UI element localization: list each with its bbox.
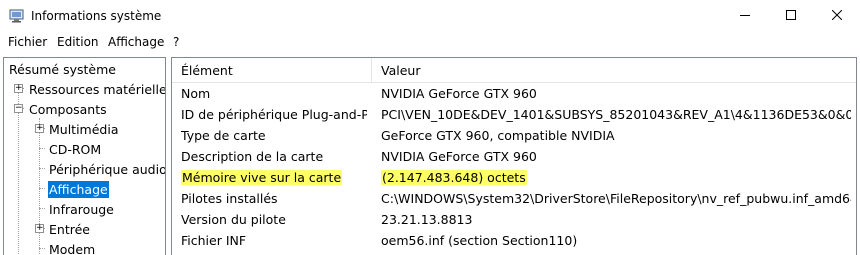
tree-item-peripherique-audio[interactable]: Périphérique audio <box>48 159 166 179</box>
maximize-button[interactable] <box>768 0 814 31</box>
row-value: 23.21.13.8813 <box>381 212 473 227</box>
tree-item-modem[interactable]: Modem <box>48 239 96 255</box>
tree-item-entree[interactable]: Entrée <box>48 219 91 239</box>
close-button[interactable] <box>814 0 860 31</box>
close-icon <box>831 9 843 23</box>
row-element: Nom <box>181 86 211 101</box>
row-value: NVIDIA GeForce GTX 960 <box>381 149 537 164</box>
menu-affichage[interactable]: Affichage <box>108 35 164 49</box>
table-row[interactable]: Nom NVIDIA GeForce GTX 960 <box>172 83 856 104</box>
menu-bar: Fichier Edition Affichage ? <box>0 31 860 53</box>
column-divider[interactable] <box>371 58 372 83</box>
table-row[interactable]: Pilotes installés C:\WINDOWS\System32\Dr… <box>172 188 856 209</box>
row-value: NVIDIA GeForce GTX 960 <box>381 86 537 101</box>
tree-line <box>39 248 45 249</box>
details-list[interactable]: Élément Valeur Nom NVIDIA GeForce GTX 96… <box>171 57 857 255</box>
row-element: ID de périphérique Plug-and-Pl... <box>181 107 367 122</box>
tree-item-label: Modem <box>49 241 96 255</box>
menu-edition[interactable]: Edition <box>57 35 99 49</box>
tree-item-label: Affichage <box>48 180 109 198</box>
row-element: Type de carte <box>181 128 266 143</box>
tree-item-label: Entrée <box>49 221 90 237</box>
tree-item-resume-systeme[interactable]: Résumé système <box>8 59 117 79</box>
tree-item-cd-rom[interactable]: CD-ROM <box>48 139 102 159</box>
tree-item-label: Périphérique audio <box>49 161 166 177</box>
tree-item-multimedia[interactable]: Multimédia <box>48 119 120 139</box>
minimize-button[interactable] <box>722 0 768 31</box>
column-header-valeur[interactable]: Valeur <box>381 58 420 83</box>
tree-item-label: Composants <box>29 101 107 117</box>
system-info-icon <box>9 9 25 23</box>
menu-help[interactable]: ? <box>173 35 179 49</box>
row-value: C:\WINDOWS\System32\DriverStore\FileRepo… <box>381 191 851 206</box>
menu-fichier[interactable]: Fichier <box>8 35 47 49</box>
tree-line <box>39 148 45 149</box>
minimize-icon <box>740 9 750 23</box>
window-title: Informations système <box>31 9 162 23</box>
tree-item-label: Ressources matérielles <box>29 81 166 97</box>
maximize-icon <box>786 9 796 23</box>
expand-icon[interactable]: + <box>35 124 44 133</box>
highlighted-text: Mémoire vive sur la carte <box>181 170 343 185</box>
list-header: Élément Valeur <box>172 58 856 83</box>
highlighted-text: (2.147.483.648) octets <box>381 170 527 185</box>
row-element: Mémoire vive sur la carte <box>181 167 367 188</box>
table-row[interactable]: ID de périphérique Plug-and-Pl... PCI\VE… <box>172 104 856 125</box>
table-row[interactable]: Description de la carte NVIDIA GeForce G… <box>172 146 856 167</box>
tree-line <box>39 188 45 189</box>
row-element: Pilotes installés <box>181 191 278 206</box>
expand-icon[interactable]: + <box>35 224 44 233</box>
category-tree[interactable]: Résumé système + Ressources matérielles … <box>3 57 166 255</box>
row-value: PCI\VEN_10DE&DEV_1401&SUBSYS_85201043&RE… <box>381 107 851 122</box>
tree-line <box>18 88 19 255</box>
tree-item-ressources-materielles[interactable]: Ressources matérielles <box>28 79 166 99</box>
tree-item-infrarouge[interactable]: Infrarouge <box>48 199 115 219</box>
column-header-element[interactable]: Élément <box>181 58 233 83</box>
tree-item-affichage[interactable]: Affichage <box>48 179 109 199</box>
row-value: GeForce GTX 960, compatible NVIDIA <box>381 128 615 143</box>
tree-line <box>39 118 40 255</box>
tree-item-label: Infrarouge <box>49 201 114 217</box>
tree-line <box>39 168 45 169</box>
tree-item-label: CD-ROM <box>49 141 102 157</box>
collapse-icon[interactable]: − <box>14 104 23 113</box>
row-element: Description de la carte <box>181 149 324 164</box>
row-value: oem56.inf (section Section110) <box>381 233 578 248</box>
tree-item-composants[interactable]: Composants <box>28 99 108 119</box>
expand-icon[interactable]: + <box>14 84 23 93</box>
title-bar[interactable]: Informations système <box>0 0 860 31</box>
tree-item-label: Multimédia <box>49 121 119 137</box>
tree-item-label: Résumé système <box>9 61 116 77</box>
table-row[interactable]: Version du pilote 23.21.13.8813 <box>172 209 856 230</box>
table-row[interactable]: Fichier INF oem56.inf (section Section11… <box>172 230 856 251</box>
table-row[interactable]: Type de carte GeForce GTX 960, compatibl… <box>172 125 856 146</box>
table-row-highlighted[interactable]: Mémoire vive sur la carte (2.147.483.648… <box>172 167 856 188</box>
row-element: Fichier INF <box>181 233 247 248</box>
row-value: (2.147.483.648) octets <box>381 167 851 188</box>
row-element: Version du pilote <box>181 212 286 227</box>
tree-line <box>39 208 45 209</box>
